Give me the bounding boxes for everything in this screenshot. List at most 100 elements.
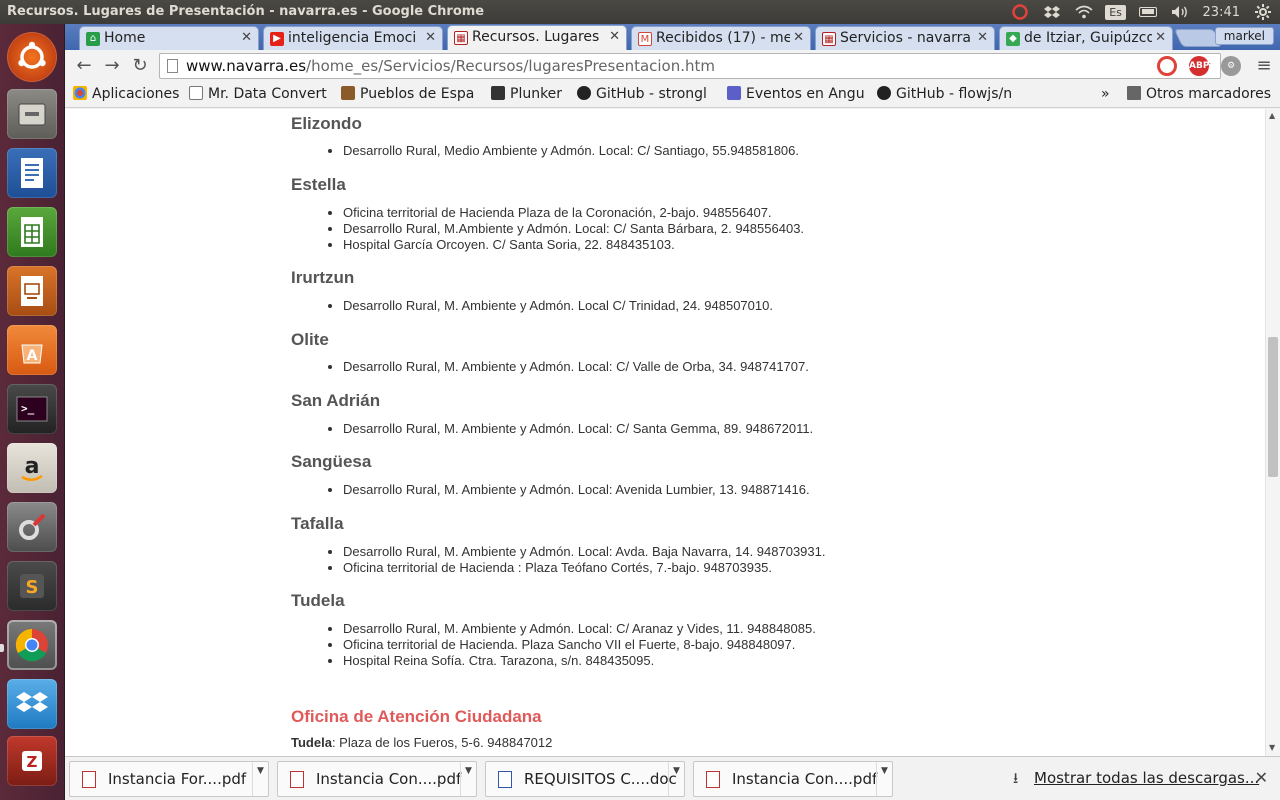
opera-extension-icon[interactable] [1157, 56, 1177, 76]
page-content: Elizondo Desarrollo Rural, Medio Ambient… [65, 109, 1265, 756]
word-file-icon [498, 771, 512, 788]
download-item[interactable]: Instancia Con....pdf ▼ [277, 761, 477, 797]
office-list: Desarrollo Rural, M. Ambiente y Admón. L… [327, 482, 810, 498]
filezilla-icon[interactable]: Z [7, 736, 57, 786]
download-item[interactable]: REQUISITOS C....doc ▼ [485, 761, 685, 797]
close-tab-icon[interactable]: ✕ [977, 30, 988, 45]
office-list: Desarrollo Rural, Medio Ambiente y Admón… [327, 143, 799, 159]
libreoffice-writer-icon[interactable] [7, 148, 57, 198]
city-heading: Sangüesa [291, 452, 372, 471]
chevron-down-icon[interactable]: ▼ [876, 762, 892, 796]
oac-heading: Oficina de Atención Ciudadana [291, 707, 542, 726]
show-all-downloads-link[interactable]: Mostrar todas las descargas... [1034, 769, 1259, 787]
city-heading: Estella [291, 175, 346, 194]
scrollbar-thumb[interactable] [1268, 337, 1278, 477]
close-tab-icon[interactable]: ✕ [793, 30, 804, 45]
reload-icon[interactable]: ↻ [129, 55, 151, 77]
extension-gear-icon[interactable]: ⚙ [1221, 56, 1241, 76]
amazon-icon[interactable]: a [7, 443, 57, 493]
list-item: Desarrollo Rural, M. Ambiente y Admón. L… [343, 544, 825, 560]
dropbox-indicator-icon[interactable] [1043, 4, 1061, 20]
city-heading: Tafalla [291, 514, 344, 533]
url-host: www.navarra.es [186, 57, 307, 75]
tab-servicios[interactable]: ▦ Servicios - navarra ✕ [815, 26, 995, 50]
forward-arrow-icon[interactable]: → [101, 55, 123, 77]
profile-button[interactable]: markel [1214, 27, 1274, 45]
other-bookmarks-folder[interactable]: Otros marcadores [1127, 86, 1271, 102]
files-app-icon[interactable] [7, 89, 57, 139]
scroll-down-arrow-icon[interactable]: ▼ [1269, 743, 1275, 752]
folder-icon [1127, 86, 1141, 100]
libreoffice-impress-icon[interactable] [7, 266, 57, 316]
office-list: Desarrollo Rural, M. Ambiente y Admón. L… [327, 544, 825, 576]
plunker-favicon [491, 86, 505, 100]
chrome-menu-icon[interactable]: ≡ [1253, 55, 1275, 77]
gmail-favicon: M [638, 32, 652, 46]
url-path: /home_es/Servicios/Recursos/lugaresPrese… [306, 57, 716, 75]
download-item[interactable]: Instancia For....pdf ▼ [69, 761, 269, 797]
terminal-icon[interactable]: >_ [7, 384, 57, 434]
city-heading: Tudela [291, 591, 345, 610]
close-tab-icon[interactable]: ✕ [241, 30, 252, 45]
city-heading: Olite [291, 330, 329, 349]
scroll-up-arrow-icon[interactable]: ▲ [1269, 111, 1275, 120]
settings-gear-icon[interactable] [1254, 4, 1272, 20]
google-chrome-icon[interactable] [7, 620, 57, 670]
close-tab-icon[interactable]: ✕ [425, 30, 436, 45]
back-arrow-icon[interactable]: ← [73, 55, 95, 77]
chevron-down-icon[interactable]: ▼ [460, 762, 476, 796]
tab-recursos-active[interactable]: ▦ Recursos. Lugares ✕ [447, 25, 627, 50]
battery-icon[interactable] [1138, 4, 1157, 20]
list-item: Desarrollo Rural, M. Ambiente y Admón. L… [343, 621, 816, 637]
office-list: Desarrollo Rural, M. Ambiente y Admón. L… [327, 298, 773, 314]
software-center-icon[interactable]: A [7, 325, 57, 375]
volume-icon[interactable] [1171, 4, 1189, 20]
tab-home[interactable]: ⌂ Home ✕ [79, 26, 259, 50]
oac-address-text: : Plaza de los Fueros, 5-6. 948847012 [331, 735, 553, 750]
oac-city: Tudela [291, 735, 332, 750]
opera-indicator-icon[interactable] [1011, 4, 1029, 20]
libreoffice-calc-icon[interactable] [7, 207, 57, 257]
bookmark-item[interactable]: Eventos en Angu [727, 86, 865, 102]
dropbox-icon[interactable] [7, 679, 57, 729]
address-bar[interactable]: www.navarra.es/home_es/Servicios/Recurso… [159, 53, 1221, 79]
chevron-down-icon[interactable]: ▼ [252, 762, 268, 796]
tab-maps[interactable]: ◆ de Itziar, Guipúzco ✕ [999, 26, 1173, 50]
oac-address: Tudela: Plaza de los Fueros, 5-6. 948847… [291, 735, 552, 750]
bookmarks-overflow-button[interactable]: » [1101, 86, 1110, 102]
list-item: Desarrollo Rural, M. Ambiente y Admón. L… [343, 421, 813, 437]
bookmark-apps[interactable]: Aplicaciones [73, 86, 179, 102]
close-tab-icon[interactable]: ✕ [609, 29, 620, 44]
office-list: Desarrollo Rural, M. Ambiente y Admón. L… [327, 421, 813, 437]
bookmark-item[interactable]: GitHub - strongl [577, 86, 715, 102]
chrome-window: ⌂ Home ✕ ▶ inteligencia Emoci ✕ ▦ Recurs… [65, 24, 1280, 800]
navarra-favicon: ▦ [454, 31, 468, 45]
tab-gmail[interactable]: M Recibidos (17) - me ✕ [631, 26, 811, 50]
pueblos-favicon [341, 86, 355, 100]
list-item: Oficina territorial de Hacienda. Plaza S… [343, 637, 816, 653]
wifi-icon[interactable] [1075, 4, 1093, 20]
bookmark-item[interactable]: Plunker [491, 86, 571, 102]
bookmark-item[interactable]: Mr. Data Convert [189, 86, 329, 102]
vertical-scrollbar[interactable]: ▲ ▼ [1265, 109, 1280, 756]
sublime-text-icon[interactable]: S [7, 561, 57, 611]
chevron-down-icon[interactable]: ▼ [668, 762, 684, 796]
close-tab-icon[interactable]: ✕ [1155, 30, 1166, 45]
keyboard-layout-indicator[interactable]: Es [1105, 4, 1126, 20]
document-icon [189, 86, 203, 100]
running-indicator [0, 644, 4, 652]
youtube-favicon: ▶ [270, 32, 284, 46]
bookmark-item[interactable]: Pueblos de Espa [341, 86, 477, 102]
list-item: Desarrollo Rural, Medio Ambiente y Admón… [343, 143, 799, 159]
download-item[interactable]: Instancia Con....pdf ▼ [693, 761, 893, 797]
list-item: Desarrollo Rural, M. Ambiente y Admón. L… [343, 298, 773, 314]
ubuntu-dash-icon[interactable] [7, 32, 57, 82]
system-settings-icon[interactable] [7, 502, 57, 552]
browser-toolbar: ← → ↻ www.navarra.es/home_es/Servicios/R… [65, 50, 1280, 82]
close-shelf-icon[interactable]: ✕ [1255, 768, 1268, 787]
tab-youtube[interactable]: ▶ inteligencia Emoci ✕ [263, 26, 443, 50]
clock[interactable]: 23:41 [1203, 5, 1240, 20]
navarra-favicon: ▦ [822, 32, 836, 46]
bookmark-item[interactable]: GitHub - flowjs/n [877, 86, 1015, 102]
adblock-plus-icon[interactable]: ABP [1189, 56, 1209, 76]
